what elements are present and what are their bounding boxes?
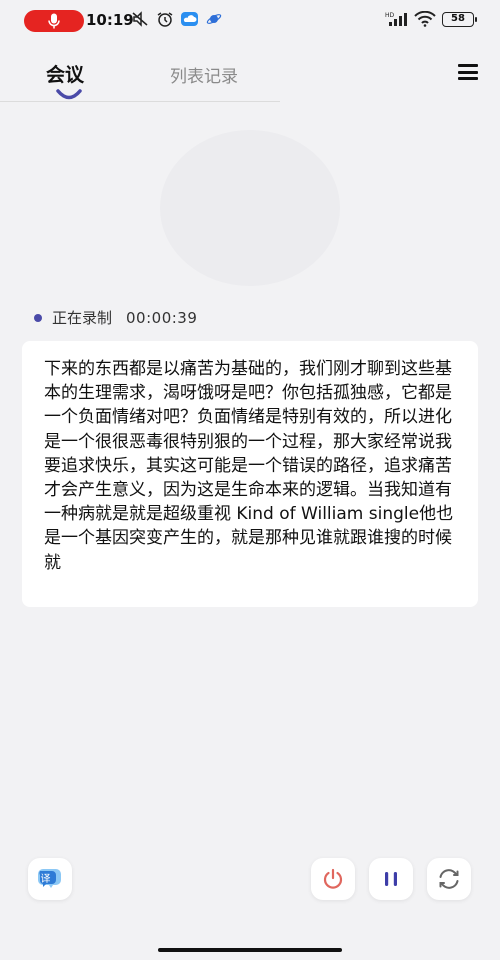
- home-indicator[interactable]: [158, 948, 342, 952]
- recording-dot-icon: [34, 313, 42, 322]
- pause-icon: [385, 872, 397, 886]
- tab-meeting[interactable]: 会议: [46, 60, 84, 87]
- waveform-icon: [229, 195, 268, 221]
- menu-icon: [458, 64, 478, 67]
- planet-icon: [206, 14, 222, 24]
- translate-glyph: 译: [41, 873, 51, 885]
- menu-button[interactable]: [458, 64, 478, 80]
- battery-level: 58: [451, 13, 465, 24]
- svg-text:HD: HD: [385, 12, 395, 19]
- battery-icon: 58: [442, 12, 477, 27]
- tab-list-records[interactable]: 列表记录: [170, 62, 238, 87]
- tab-divider: [0, 101, 280, 102]
- pause-button[interactable]: [369, 858, 413, 900]
- stop-button[interactable]: [311, 858, 355, 900]
- cloud-icon: [181, 12, 198, 26]
- mic-icon: [48, 13, 60, 29]
- status-bar: 10:19 HD 58: [0, 0, 500, 38]
- alarm-icon: [157, 12, 173, 27]
- status-time: 10:19: [86, 11, 134, 29]
- recording-label: 正在录制: [52, 309, 113, 327]
- recording-status: 正在录制 00:00:39: [34, 307, 197, 328]
- signal-hd-icon: HD: [385, 12, 407, 26]
- recording-visualizer[interactable]: [160, 130, 340, 286]
- transcript-card: 下来的东西都是以痛苦为基础的，我们刚才聊到这些基本的生理需求，渴呀饿呀是吧？你包…: [22, 341, 478, 607]
- power-icon: [323, 868, 343, 889]
- recording-elapsed-time: 00:00:39: [126, 308, 198, 327]
- mute-icon: [132, 11, 148, 27]
- wifi-icon: [414, 11, 436, 27]
- active-tab-indicator: [56, 89, 82, 100]
- translate-icon: 译: [38, 869, 61, 888]
- refresh-icon: [439, 869, 459, 889]
- transcript-text: 下来的东西都是以痛苦为基础的，我们刚才聊到这些基本的生理需求，渴呀饿呀是吧？你包…: [44, 359, 454, 573]
- translate-button[interactable]: 译: [28, 858, 72, 900]
- app-screen: 10:19 HD 58 会议 列表记录 正在录制 00:00:39 下来的东西都…: [0, 0, 500, 960]
- recording-mic-indicator[interactable]: [24, 10, 84, 32]
- refresh-button[interactable]: [427, 858, 471, 900]
